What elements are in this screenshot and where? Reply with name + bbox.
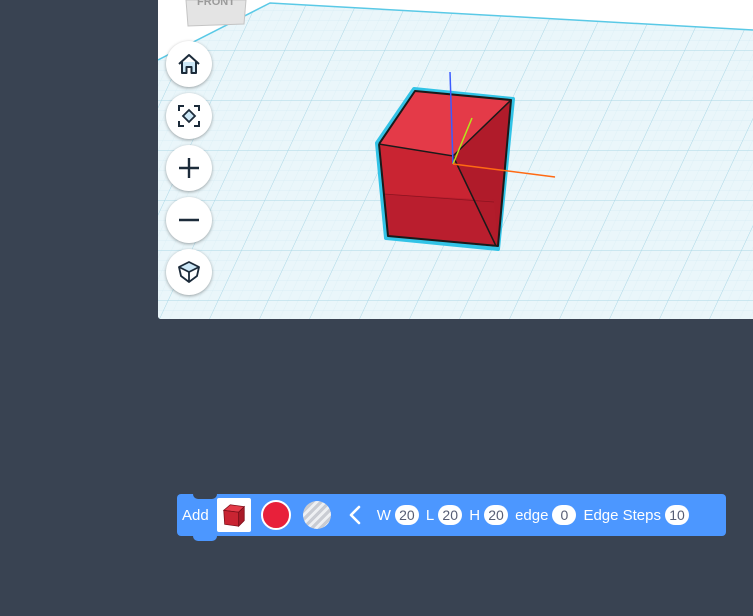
fit-view-icon [178,105,200,127]
workplane-scene[interactable]: FRONT [158,0,753,319]
3d-viewport[interactable]: FRONT [158,0,753,319]
hole-pattern-icon[interactable] [302,501,331,529]
edge-label: edge [515,506,549,524]
chevron-left-icon [349,505,361,525]
length-label: L [425,506,435,524]
plus-icon [179,158,199,178]
viewcube[interactable]: FRONT [185,0,247,27]
fit-view-button[interactable] [166,93,212,139]
color-swatch-icon[interactable] [260,500,291,530]
viewcube-front-label: FRONT [197,0,235,8]
height-label: H [469,506,481,524]
minus-icon [179,218,199,222]
zoom-out-button[interactable] [166,197,212,243]
length-input[interactable]: 20 [438,505,463,525]
home-view-button[interactable] [166,41,212,87]
cube-perspective-icon [178,261,200,283]
block-notch-top [193,494,217,499]
add-block-label: Add [182,506,209,524]
zoom-in-button[interactable] [166,145,212,191]
edge-steps-label: Edge Steps [583,506,661,524]
shape-thumbnail[interactable] [216,498,251,532]
projection-toggle-button[interactable] [166,249,212,295]
edge-input[interactable]: 0 [552,505,577,525]
edge-steps-input[interactable]: 10 [665,505,689,525]
home-icon [178,54,200,74]
height-input[interactable]: 20 [484,505,509,525]
width-input[interactable]: 20 [394,505,419,525]
collapse-button[interactable] [345,501,365,529]
shape-block-toolbar[interactable]: Add W 20 L 20 H 20 edge 0 Edge Steps 10 [177,494,726,541]
block-notch-bottom [193,536,217,541]
width-label: W [376,506,391,524]
red-cube-icon [222,504,245,528]
